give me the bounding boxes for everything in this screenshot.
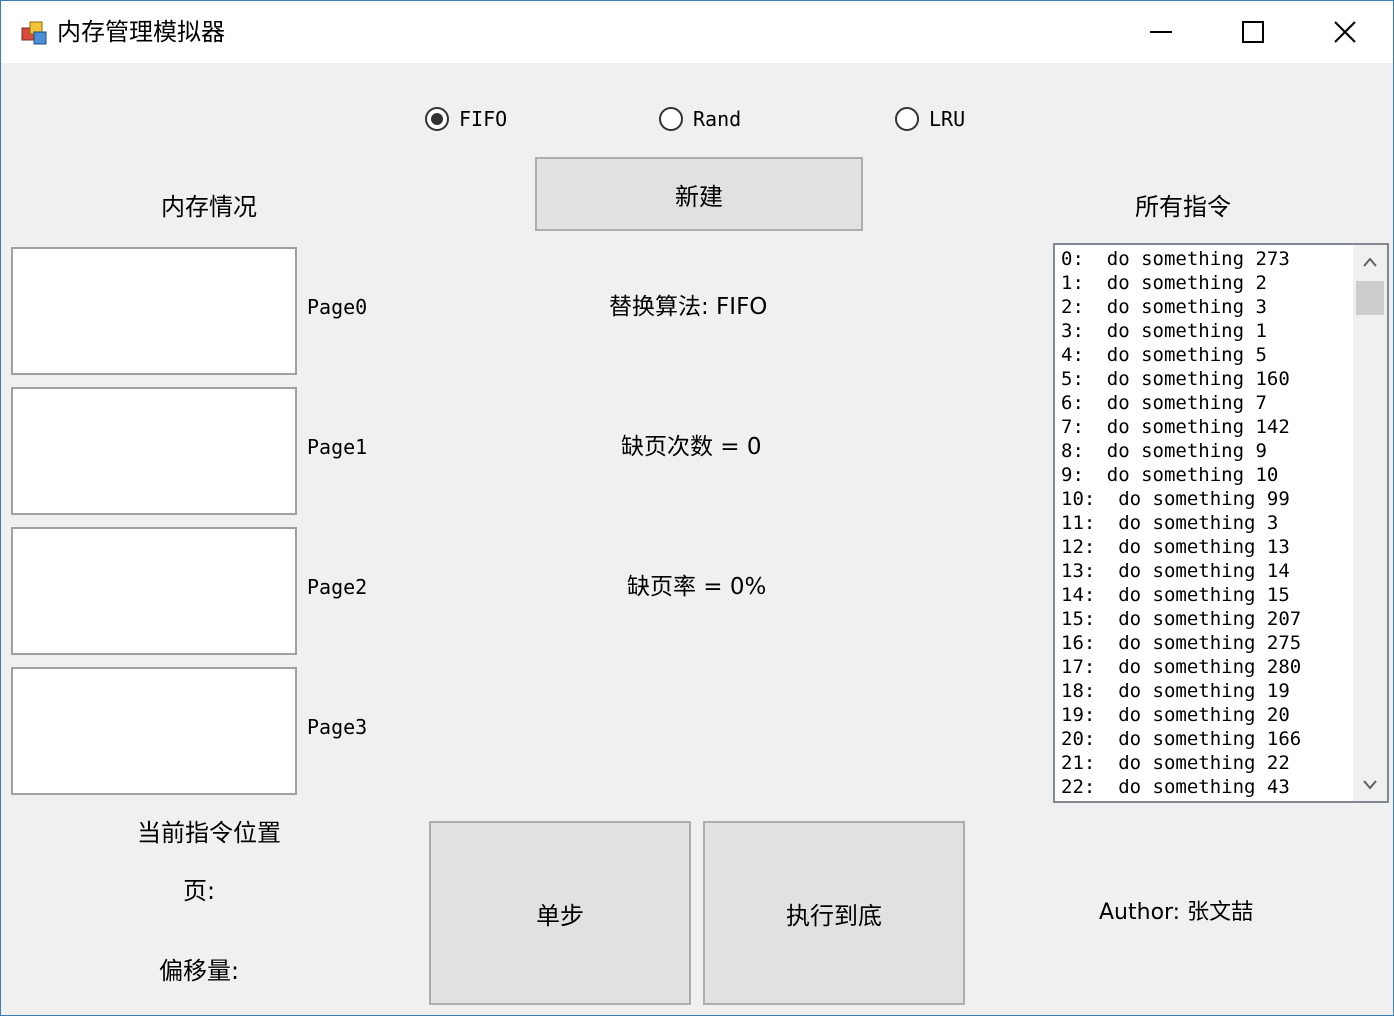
list-item[interactable]: 10: do something 99 [1061,487,1351,511]
maximize-icon [1242,21,1264,43]
list-item[interactable]: 22: do something 43 [1061,775,1351,799]
page-frame-3 [11,667,297,795]
list-item[interactable]: 3: do something 1 [1061,319,1351,343]
list-item[interactable]: 4: do something 5 [1061,343,1351,367]
run-all-button[interactable]: 执行到底 [703,821,965,1005]
step-button[interactable]: 单步 [429,821,691,1005]
list-item[interactable]: 20: do something 166 [1061,727,1351,751]
list-item[interactable]: 17: do something 280 [1061,655,1351,679]
page-fault-rate: 缺页率 = 0% [627,574,767,600]
page-frame-2 [11,527,297,655]
memory-heading: 内存情况 [161,193,257,221]
chevron-up-icon [1363,257,1377,267]
chevron-down-icon [1363,780,1377,790]
current-position-heading: 当前指令位置 [137,819,281,847]
window-title: 内存管理模拟器 [57,18,225,46]
page-label-3: Page3 [307,715,368,739]
title-bar[interactable]: 内存管理模拟器 [1,1,1393,63]
list-item[interactable]: 21: do something 22 [1061,751,1351,775]
radio-rand[interactable]: Rand [659,103,741,135]
list-item[interactable]: 15: do something 207 [1061,607,1351,631]
current-offset-label: 偏移量: [159,957,240,985]
app-icon [21,19,49,47]
scroll-thumb[interactable] [1356,281,1384,315]
list-item[interactable]: 14: do something 15 [1061,583,1351,607]
page-label-0: Page0 [307,295,368,319]
page-frame-1 [11,387,297,515]
radio-fifo-label: FIFO [459,107,508,131]
radio-fifo-indicator[interactable] [425,107,449,131]
list-item[interactable]: 8: do something 9 [1061,439,1351,463]
author-label: Author: 张文喆 [1099,900,1254,925]
list-item[interactable]: 0: do something 273 [1061,247,1351,271]
app-window: 内存管理模拟器 FIFO Rand LRU 新建 内存情况 Page0 Page… [0,0,1394,1016]
radio-lru[interactable]: LRU [895,103,965,135]
instruction-list[interactable]: 0: do something 273 1: do something 2 2: d… [1053,243,1389,803]
instruction-items: 0: do something 273 1: do something 2 2: d… [1061,247,1351,799]
radio-lru-indicator[interactable] [895,107,919,131]
radio-rand-indicator[interactable] [659,107,683,131]
page-frame-0 [11,247,297,375]
list-item[interactable]: 5: do something 160 [1061,367,1351,391]
page-label-2: Page2 [307,575,368,599]
list-item[interactable]: 6: do something 7 [1061,391,1351,415]
scrollbar[interactable] [1353,245,1387,801]
scroll-down-button[interactable] [1353,767,1387,801]
page-label-1: Page1 [307,435,368,459]
list-item[interactable]: 18: do something 19 [1061,679,1351,703]
radio-fifo[interactable]: FIFO [425,103,507,135]
list-item[interactable]: 19: do something 20 [1061,703,1351,727]
list-item[interactable]: 16: do something 275 [1061,631,1351,655]
new-button[interactable]: 新建 [535,157,863,231]
maximize-button[interactable] [1207,1,1299,63]
radio-rand-label: Rand [693,107,742,131]
list-item[interactable]: 7: do something 142 [1061,415,1351,439]
radio-lru-label: LRU [929,107,966,131]
page-fault-count: 缺页次数 = 0 [621,434,762,460]
list-item[interactable]: 11: do something 3 [1061,511,1351,535]
close-button[interactable] [1299,1,1391,63]
algorithm-status: 替换算法: FIFO [609,294,768,320]
current-page-label: 页: [183,877,216,905]
minimize-icon [1150,31,1172,33]
list-item[interactable]: 13: do something 14 [1061,559,1351,583]
list-item[interactable]: 2: do something 3 [1061,295,1351,319]
close-icon [1334,21,1356,43]
list-item[interactable]: 1: do something 2 [1061,271,1351,295]
instructions-heading: 所有指令 [1135,193,1231,221]
list-item[interactable]: 9: do something 10 [1061,463,1351,487]
list-item[interactable]: 12: do something 13 [1061,535,1351,559]
scroll-up-button[interactable] [1353,245,1387,279]
minimize-button[interactable] [1115,1,1207,63]
